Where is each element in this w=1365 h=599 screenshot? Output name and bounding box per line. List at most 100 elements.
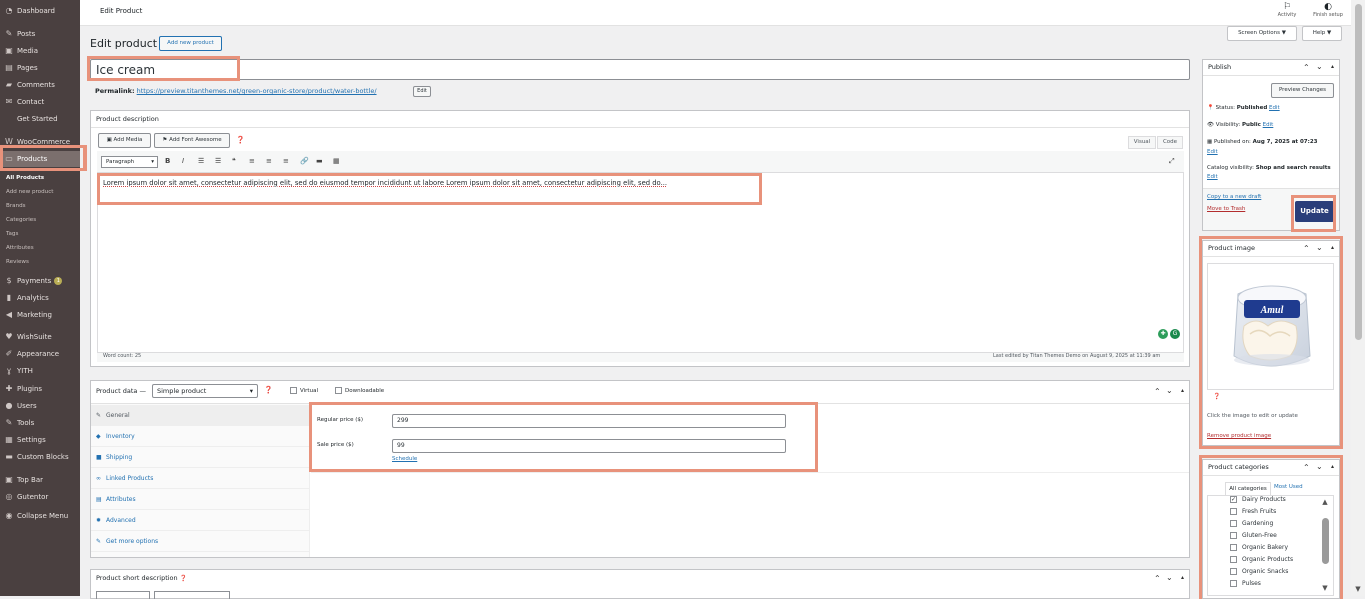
tab-linked-products[interactable]: ∞ Linked Products	[91, 468, 310, 489]
align-center-icon[interactable]: ≡	[266, 157, 272, 165]
checkbox-icon[interactable]	[1230, 508, 1237, 515]
tab-general[interactable]: ✎ General	[91, 405, 310, 426]
scrollbar-thumb[interactable]	[1321, 518, 1329, 564]
regular-price-input[interactable]: 299	[392, 414, 786, 428]
chevron-down-icon[interactable]: ⌄	[1166, 386, 1173, 395]
categories-scrollbar[interactable]: ▲ ▼	[1320, 498, 1330, 594]
sidebar-item-get-started[interactable]: Get Started	[4, 111, 80, 127]
category-item[interactable]: Organic Snacks	[1230, 566, 1288, 578]
checkbox-icon[interactable]	[1230, 544, 1237, 551]
bullet-list-icon[interactable]: ☰	[198, 157, 204, 165]
sidebar-item-users[interactable]: ● Users	[4, 398, 80, 414]
toggle-panel-icon[interactable]: ▴	[1181, 387, 1184, 394]
sidebar-item-yith[interactable]: ɣ YITH	[4, 363, 80, 379]
toggle-panel-icon[interactable]: ▴	[1331, 463, 1334, 470]
copy-draft-link[interactable]: Copy to a new draft	[1207, 194, 1261, 200]
trash-link[interactable]: Move to Trash	[1207, 206, 1245, 212]
permalink-edit-button[interactable]: Edit	[413, 86, 431, 97]
sidebar-item-products[interactable]: ▭ Products	[0, 151, 80, 167]
chevron-down-icon[interactable]: ⌄	[1316, 243, 1323, 252]
category-item[interactable]: Fresh Fruits	[1230, 506, 1276, 518]
checkbox-icon[interactable]	[1230, 532, 1237, 539]
add-new-product-button[interactable]: Add new product	[159, 36, 222, 51]
tab-code[interactable]: Code	[1157, 136, 1183, 149]
submenu-tags[interactable]: Tags	[6, 228, 82, 240]
sidebar-item-tools[interactable]: ✎ Tools	[4, 415, 80, 431]
bold-icon[interactable]: B	[165, 157, 170, 165]
sidebar-item-woocommerce[interactable]: W WooCommerce	[4, 134, 80, 150]
submenu-attributes[interactable]: Attributes	[6, 242, 82, 254]
blockquote-icon[interactable]: ❝	[232, 157, 236, 165]
tab-shipping[interactable]: ■ Shipping	[91, 447, 310, 468]
chevron-up-icon[interactable]: ⌃	[1303, 63, 1310, 72]
checkbox-checked-icon[interactable]: ✓	[1230, 496, 1237, 503]
published-edit-link[interactable]: Edit	[1207, 149, 1218, 155]
tab-most-used[interactable]: Most Used	[1274, 484, 1303, 490]
product-image[interactable]: Amul	[1207, 263, 1334, 390]
sidebar-item-top-bar[interactable]: ▣ Top Bar	[4, 472, 80, 488]
product-title-input[interactable]: Ice cream	[90, 59, 1190, 80]
category-item[interactable]: Pulses	[1230, 578, 1261, 590]
schedule-link[interactable]: Schedule	[392, 456, 417, 462]
align-left-icon[interactable]: ≡	[249, 157, 255, 165]
sidebar-item-analytics[interactable]: ▮ Analytics	[4, 290, 80, 306]
activity-button[interactable]: ⚐ Activity	[1272, 2, 1302, 18]
italic-icon[interactable]: I	[182, 157, 184, 165]
add-media-button[interactable]: ▣ Add Media	[98, 133, 151, 148]
chevron-up-icon[interactable]: ⌃	[1303, 244, 1310, 253]
screen-options-button[interactable]: Screen Options ▼	[1227, 26, 1297, 41]
toggle-panel-icon[interactable]: ▴	[1331, 244, 1334, 251]
submenu-all-products[interactable]: All Products	[6, 172, 82, 184]
add-font-awesome-button[interactable]: ⚑ Add Font Awesome	[154, 133, 230, 148]
sidebar-item-marketing[interactable]: ◀ Marketing	[4, 307, 80, 323]
toggle-panel-icon[interactable]: ▴	[1331, 63, 1334, 70]
short-description-add-font-awesome-button[interactable]	[154, 591, 230, 599]
grammarly-g-icon[interactable]: G	[1170, 329, 1180, 339]
chevron-down-icon[interactable]: ⌄	[1316, 462, 1323, 471]
sidebar-item-settings[interactable]: ▦ Settings	[4, 432, 80, 448]
catalog-edit-link[interactable]: Edit	[1207, 174, 1218, 180]
category-item[interactable]: Organic Bakery	[1230, 542, 1288, 554]
category-item[interactable]: ✓ Dairy Products	[1230, 494, 1286, 506]
align-right-icon[interactable]: ≡	[283, 157, 289, 165]
format-select[interactable]: Paragraph ▾	[101, 156, 158, 168]
downloadable-checkbox[interactable]: Downloadable	[335, 387, 384, 394]
visibility-edit-link[interactable]: Edit	[1263, 122, 1274, 128]
submenu-reviews[interactable]: Reviews	[6, 256, 82, 268]
fullscreen-icon[interactable]: ⤢	[1169, 157, 1175, 166]
tab-visual[interactable]: Visual	[1128, 136, 1156, 149]
sidebar-item-gutentor[interactable]: ◎ Gutentor	[4, 489, 80, 505]
preview-changes-button[interactable]: Preview Changes	[1271, 83, 1334, 98]
tab-inventory[interactable]: ◆ Inventory	[91, 426, 310, 447]
product-type-select[interactable]: Simple product ▾	[152, 384, 258, 398]
sidebar-item-pages[interactable]: ▤ Pages	[4, 60, 80, 76]
chevron-up-icon[interactable]: ⌃	[1154, 387, 1161, 396]
sidebar-item-contact[interactable]: ✉ Contact	[4, 94, 80, 110]
submenu-brands[interactable]: Brands	[6, 200, 82, 212]
chevron-up-icon[interactable]: ⌃	[1303, 463, 1310, 472]
scroll-down-icon[interactable]: ▼	[1351, 585, 1365, 593]
virtual-checkbox[interactable]: Virtual	[290, 387, 318, 394]
tab-attributes[interactable]: ▤ Attributes	[91, 489, 310, 510]
sidebar-item-media[interactable]: ▣ Media	[4, 43, 80, 59]
grammarly-icon[interactable]: ✚	[1158, 329, 1168, 339]
page-scrollbar[interactable]: ▼	[1351, 0, 1365, 596]
help-icon[interactable]: ❓	[1213, 393, 1220, 400]
sidebar-item-comments[interactable]: ▰ Comments	[4, 77, 80, 93]
link-icon[interactable]: 🔗	[300, 157, 309, 165]
sidebar-item-payments[interactable]: $ Payments 1	[4, 273, 80, 289]
scroll-down-icon[interactable]: ▼	[1320, 584, 1330, 592]
sidebar-item-plugins[interactable]: ✚ Plugins	[4, 381, 80, 397]
tab-advanced[interactable]: ✹ Advanced	[91, 510, 310, 531]
checkbox-icon[interactable]	[1230, 580, 1237, 587]
chevron-up-icon[interactable]: ⌃	[1154, 574, 1161, 583]
sidebar-item-appearance[interactable]: ✐ Appearance	[4, 346, 80, 362]
help-button[interactable]: Help ▼	[1302, 26, 1342, 41]
read-more-icon[interactable]: ▬	[316, 157, 323, 165]
finish-setup-button[interactable]: ◐ Finish setup	[1308, 2, 1348, 18]
category-item[interactable]: Organic Products	[1230, 554, 1293, 566]
checkbox-icon[interactable]	[1230, 556, 1237, 563]
checkbox-icon[interactable]	[1230, 520, 1237, 527]
toggle-panel-icon[interactable]: ▴	[1181, 574, 1184, 581]
status-edit-link[interactable]: Edit	[1269, 105, 1280, 111]
